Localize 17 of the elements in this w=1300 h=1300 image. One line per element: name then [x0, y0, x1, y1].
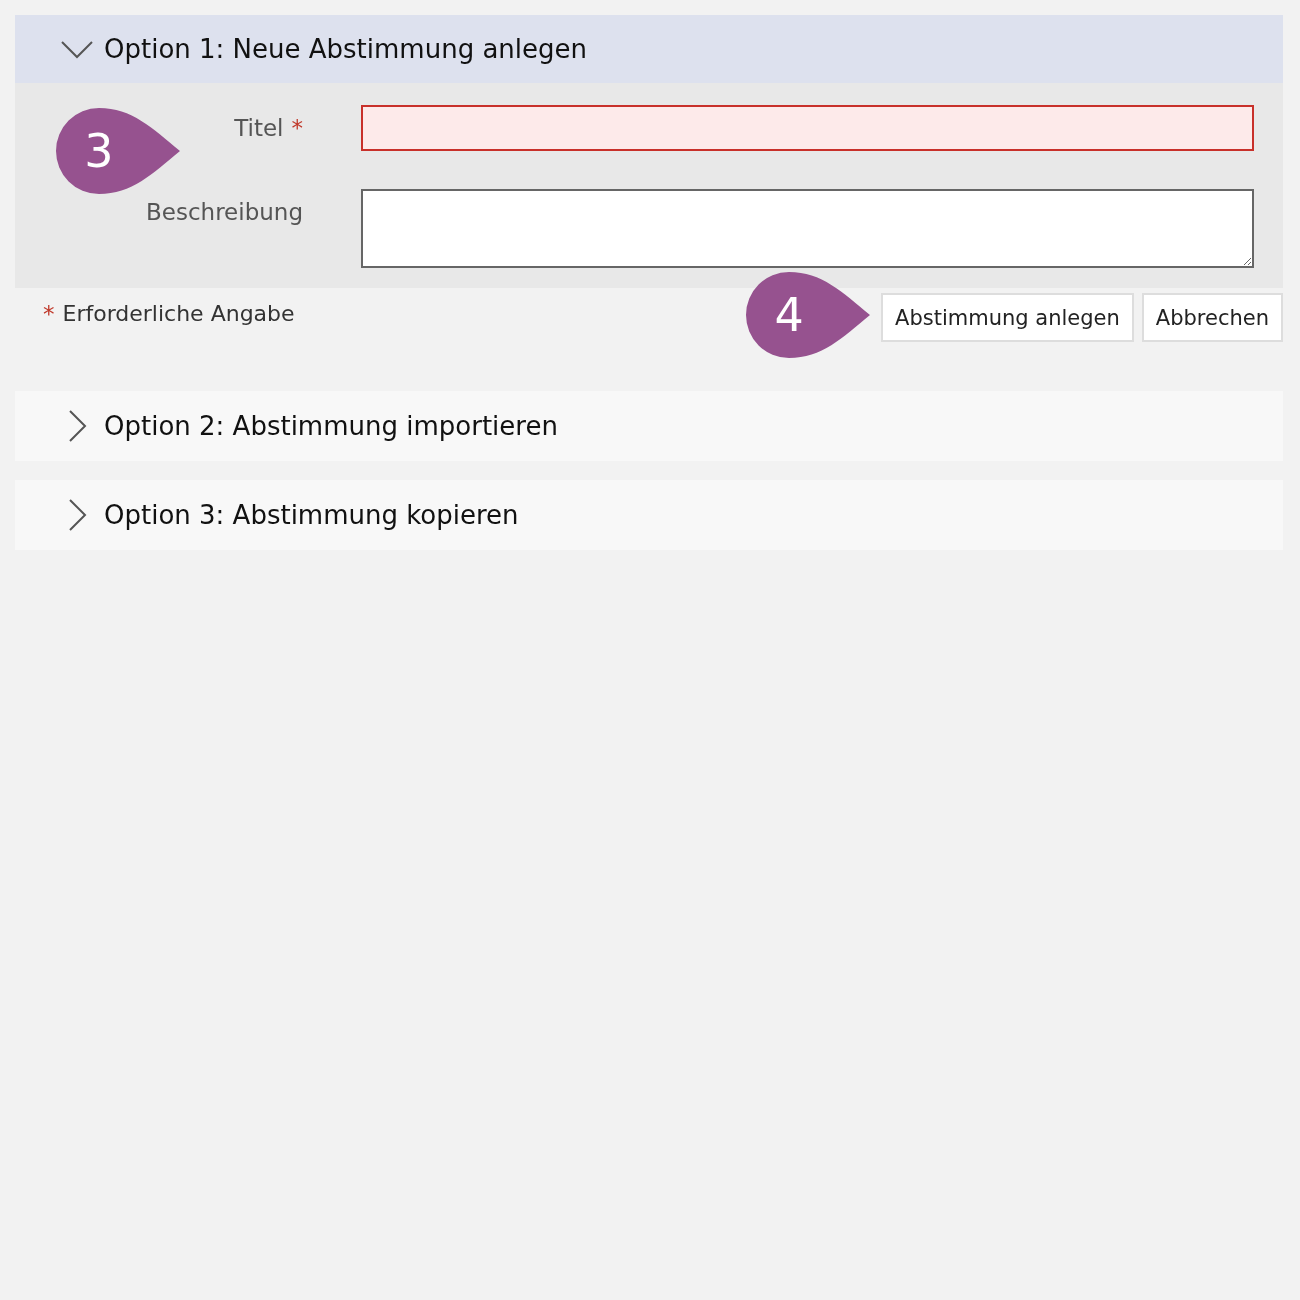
accordion-header[interactable]: Option 1: Neue Abstimmung anlegen [15, 15, 1283, 83]
field-label: Beschreibung [146, 199, 303, 225]
text-area[interactable] [361, 189, 1254, 268]
required-note: Erforderliche Angabe [62, 301, 295, 327]
section-title: Option 1: Neue Abstimmung anlegen [104, 34, 588, 64]
step-number: 4 [773, 287, 805, 344]
form-button[interactable]: Abstimmung anlegen [881, 293, 1134, 342]
form-button[interactable]: Abbrechen [1141, 293, 1283, 342]
required-mark: * [291, 115, 303, 141]
accordion-header[interactable]: Option 2: Abstimmung importieren [15, 391, 1283, 461]
input-field[interactable] [361, 105, 1254, 151]
section-title: Option 2: Abstimmung importieren [104, 411, 558, 441]
accordion-header[interactable]: Option 3: Abstimmung kopieren [15, 480, 1283, 550]
field-label: Titel [234, 115, 284, 141]
step-number: 3 [83, 123, 115, 180]
section-title: Option 3: Abstimmung kopieren [104, 500, 519, 530]
required-mark: * [43, 301, 55, 327]
